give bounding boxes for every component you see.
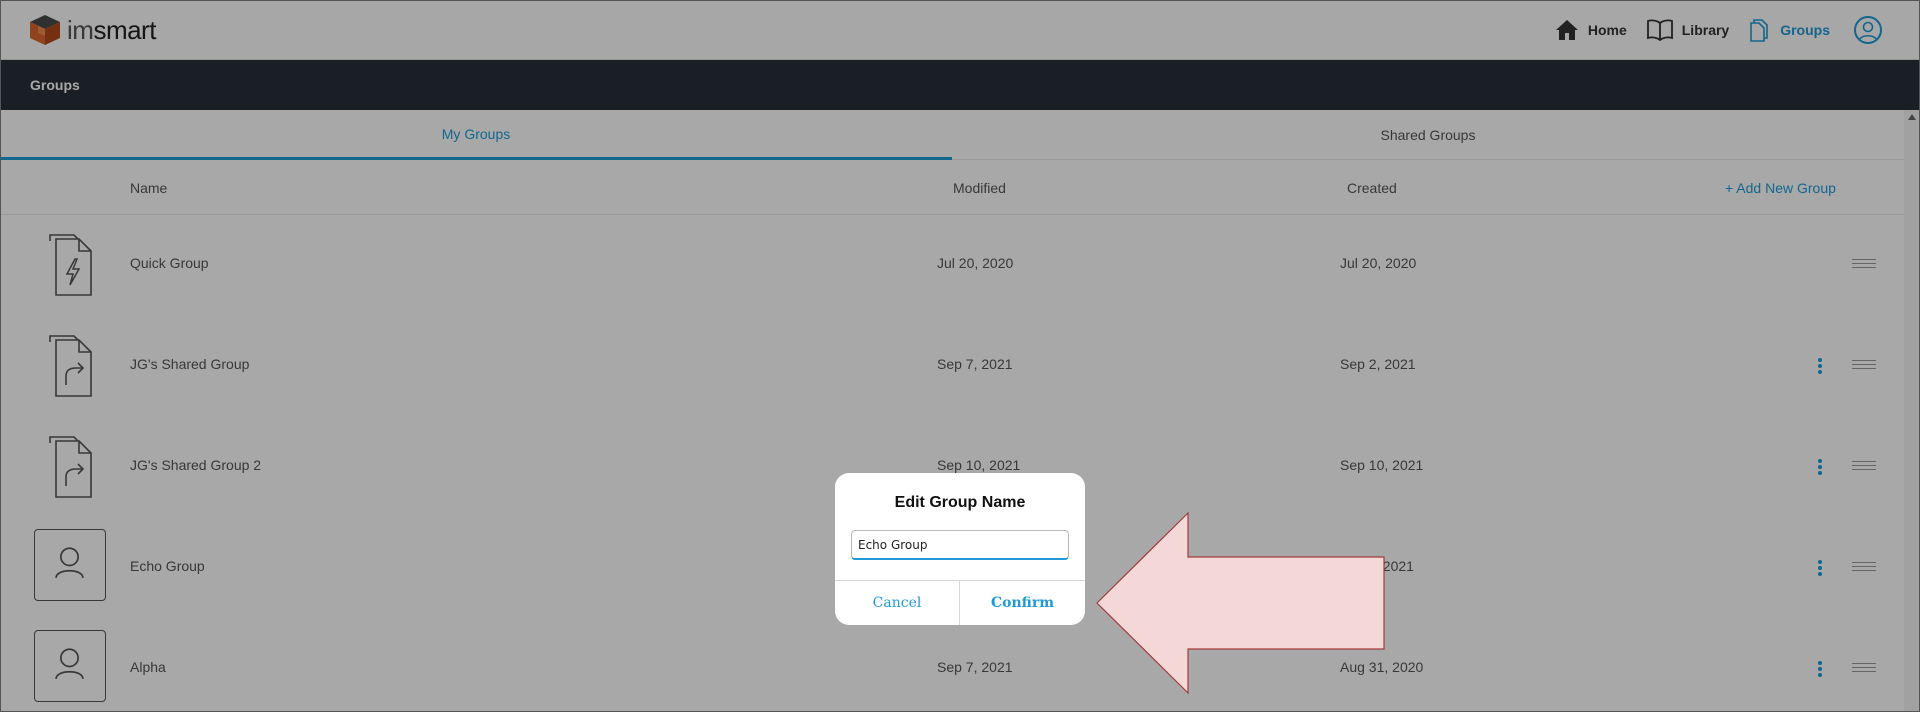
dialog-title: Edit Group Name xyxy=(894,494,1026,511)
confirm-button[interactable]: Confirm xyxy=(960,581,1085,625)
cancel-button[interactable]: Cancel xyxy=(835,581,959,625)
group-name-input[interactable] xyxy=(851,530,1069,560)
annotation-arrow-icon xyxy=(1096,511,1385,695)
edit-group-name-dialog: Edit Group Name Cancel Confirm xyxy=(835,473,1085,625)
